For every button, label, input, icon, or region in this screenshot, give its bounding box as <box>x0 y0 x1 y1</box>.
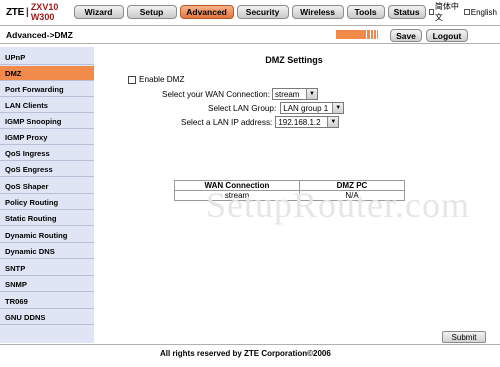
stripe-bar <box>377 30 378 39</box>
dmz-table: WAN Connection DMZ PC stream N/A <box>174 180 405 201</box>
sidebar-item-static-routing[interactable]: Static Routing <box>0 211 94 226</box>
chinese-language-link[interactable]: 简体中文 <box>435 1 462 23</box>
sidebar-item-policy-routing[interactable]: Policy Routing <box>0 195 94 210</box>
sidebar-item-igmp-snooping[interactable]: IGMP Snooping <box>0 114 94 129</box>
sidebar-item-upnp[interactable]: UPnP <box>0 50 94 65</box>
sidebar-item-qos-ingress[interactable]: QoS Ingress <box>0 146 94 161</box>
table-row: stream N/A <box>174 190 405 201</box>
sidebar-item-snmp[interactable]: SNMP <box>0 277 94 292</box>
sidebar-item-tr069[interactable]: TR069 <box>0 294 94 309</box>
sidebar-item-qos-shaper[interactable]: QoS Shaper <box>0 179 94 194</box>
sidebar-item-dynamic-routing[interactable]: Dynamic Routing <box>0 228 94 243</box>
sidebar-item-qos-engress[interactable]: QoS Engress <box>0 162 94 177</box>
lan-group-label: Select LAN Group: <box>208 103 277 113</box>
model-name: ZXV10 W300 <box>30 2 59 22</box>
breadcrumb: Advanced->DMZ <box>6 30 73 40</box>
lan-group-select[interactable]: LAN group 1 ▼ <box>280 102 345 114</box>
wan-connection-select[interactable]: stream ▼ <box>272 88 319 100</box>
page-title: DMZ Settings <box>265 55 323 65</box>
submit-button[interactable]: Submit <box>442 331 486 343</box>
chevron-down-icon: ▼ <box>327 117 339 127</box>
zte-logo: ZTE | ZXV10 W300 <box>0 0 74 24</box>
stripe-bar <box>367 30 370 39</box>
chevron-down-icon: ▼ <box>332 103 344 113</box>
tab-status[interactable]: Status <box>387 5 426 19</box>
logout-button[interactable]: Logout <box>426 29 468 42</box>
tab-advanced[interactable]: Advanced <box>179 5 234 19</box>
save-button[interactable]: Save <box>390 29 422 42</box>
top-bar: ZTE | ZXV10 W300 Wizard Setup Advanced S… <box>0 0 500 24</box>
lan-ip-row: Select a LAN IP address: 192.168.1.2 ▼ <box>181 116 340 128</box>
stripe-bar <box>371 30 373 39</box>
tab-wireless[interactable]: Wireless <box>291 5 344 19</box>
tab-security[interactable]: Security <box>236 5 289 19</box>
enable-dmz-label: Enable DMZ <box>139 75 185 84</box>
lan-ip-label: Select a LAN IP address: <box>181 117 273 127</box>
sidebar-bottom <box>0 329 94 343</box>
sidebar-item-dmz[interactable]: DMZ <box>0 66 94 81</box>
sidebar-item-sntp[interactable]: SNTP <box>0 261 94 276</box>
table-header-row: WAN Connection DMZ PC <box>174 180 405 191</box>
table-header-wan-connection: WAN Connection <box>174 180 300 191</box>
chinese-language-checkbox[interactable] <box>428 9 434 15</box>
wan-connection-value: stream <box>275 89 300 99</box>
tab-setup[interactable]: Setup <box>126 5 177 19</box>
decorative-stripes <box>336 30 378 39</box>
copyright-text: All rights reserved by ZTE Corporation©2… <box>160 349 331 358</box>
english-language-link[interactable]: English <box>471 8 497 17</box>
sidebar-item-gnu-ddns[interactable]: GNU DDNS <box>0 310 94 325</box>
footer: All rights reserved by ZTE Corporation©2… <box>0 344 500 367</box>
table-cell-dmz-pc: N/A <box>299 190 405 201</box>
wan-connection-row: Select your WAN Connection: stream ▼ <box>162 88 319 100</box>
english-language-checkbox[interactable] <box>464 9 470 15</box>
sidebar-item-dynamic-dns[interactable]: Dynamic DNS <box>0 244 94 259</box>
language-selector: 简体中文 English <box>428 1 500 23</box>
stripe-bar <box>336 30 366 39</box>
brand-name: ZTE <box>6 6 24 18</box>
enable-dmz-checkbox[interactable] <box>128 75 136 84</box>
tab-tools[interactable]: Tools <box>346 5 385 19</box>
lan-ip-select[interactable]: 192.168.1.2 ▼ <box>275 116 340 128</box>
sidebar-item-lan-clients[interactable]: LAN Clients <box>0 98 94 113</box>
chevron-down-icon: ▼ <box>306 89 318 99</box>
lan-ip-value: 192.168.1.2 <box>278 117 321 127</box>
main-tabs: Wizard Setup Advanced Security Wireless … <box>73 5 426 19</box>
stripe-bar <box>374 30 376 39</box>
enable-dmz-row: Enable DMZ <box>128 75 185 84</box>
wan-connection-label: Select your WAN Connection: <box>162 89 271 99</box>
tab-wizard[interactable]: Wizard <box>73 5 124 19</box>
bottom-strip <box>0 329 500 343</box>
lan-group-row: Select LAN Group: LAN group 1 ▼ <box>208 102 345 114</box>
lan-group-value: LAN group 1 <box>283 103 329 113</box>
sidebar: UPnP DMZ Port Forwarding LAN Clients IGM… <box>0 47 94 329</box>
sidebar-item-port-forwarding[interactable]: Port Forwarding <box>0 82 94 97</box>
main-content: DMZ Settings Enable DMZ Select your WAN … <box>94 44 500 334</box>
logo-separator: | <box>26 6 29 18</box>
breadcrumb-bar: Advanced->DMZ Save Logout <box>0 25 500 44</box>
table-header-dmz-pc: DMZ PC <box>299 180 405 191</box>
table-cell-wan-connection: stream <box>174 190 300 201</box>
sidebar-item-igmp-proxy[interactable]: IGMP Proxy <box>0 130 94 145</box>
